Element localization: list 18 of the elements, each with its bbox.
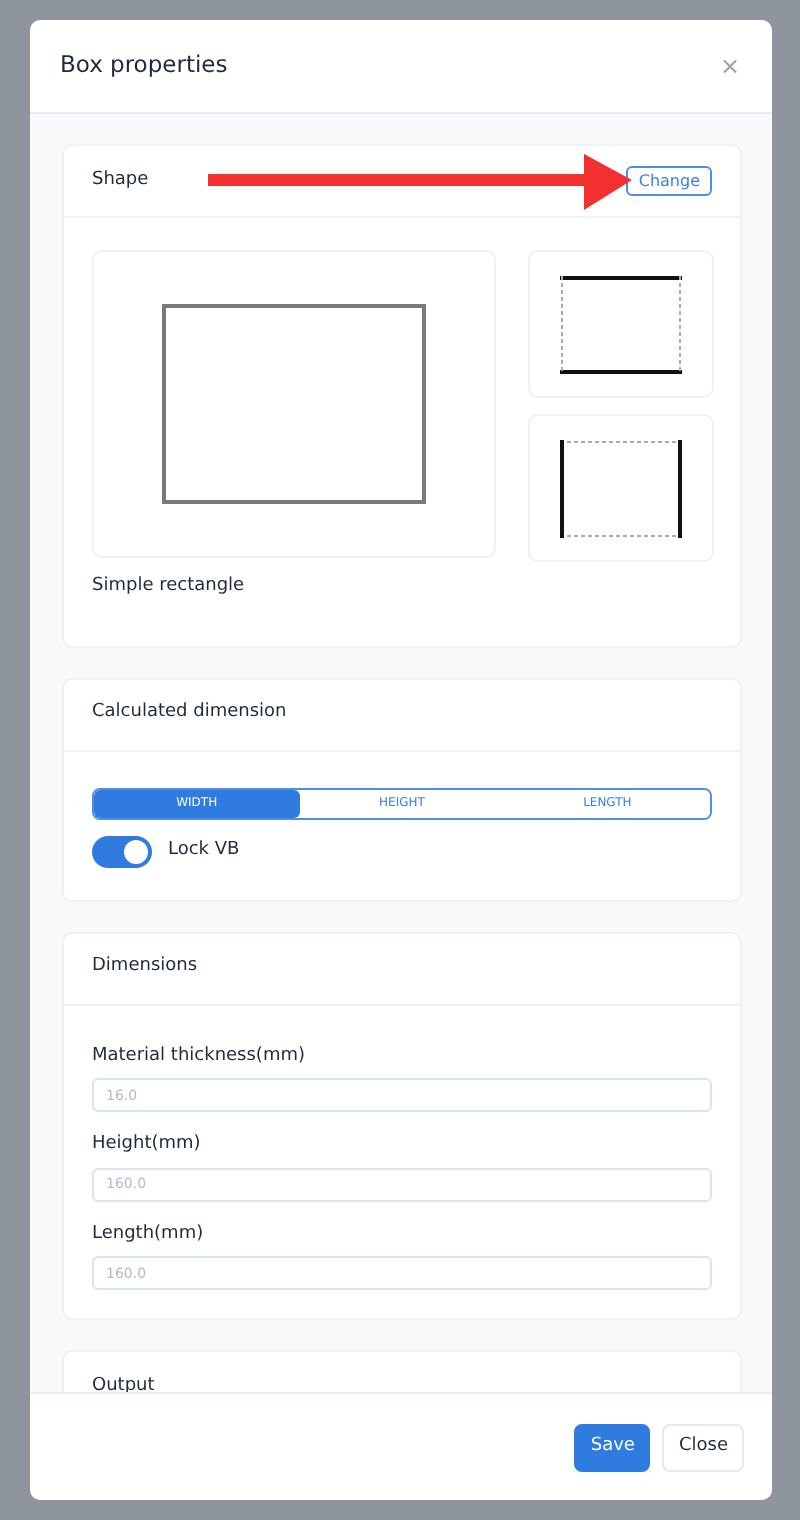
shape-option[interactable] (528, 250, 714, 398)
box-shape-drawing (560, 275, 682, 373)
panel-title: Dimensions (92, 954, 198, 981)
panel-title: Shape (92, 167, 149, 194)
field-label: Material thickness(mm) (92, 1043, 305, 1069)
panel-title: Calculated dimension (92, 700, 287, 727)
shape-option[interactable] (528, 414, 714, 562)
field-label: Length(mm) (92, 1221, 204, 1247)
save-button[interactable]: Save (574, 1423, 651, 1471)
box-shape-drawing (560, 439, 682, 537)
modal-title: Box properties (60, 48, 228, 83)
close-button[interactable]: Close (662, 1423, 744, 1471)
close-button[interactable]: × (715, 54, 744, 78)
change-button[interactable]: Change (626, 165, 712, 197)
toggle-switch[interactable] (92, 835, 152, 867)
field-label: Height(mm) (92, 1132, 201, 1158)
toggle-label: Lock VB (168, 837, 240, 864)
shape-name: Simple rectangle (92, 574, 247, 600)
